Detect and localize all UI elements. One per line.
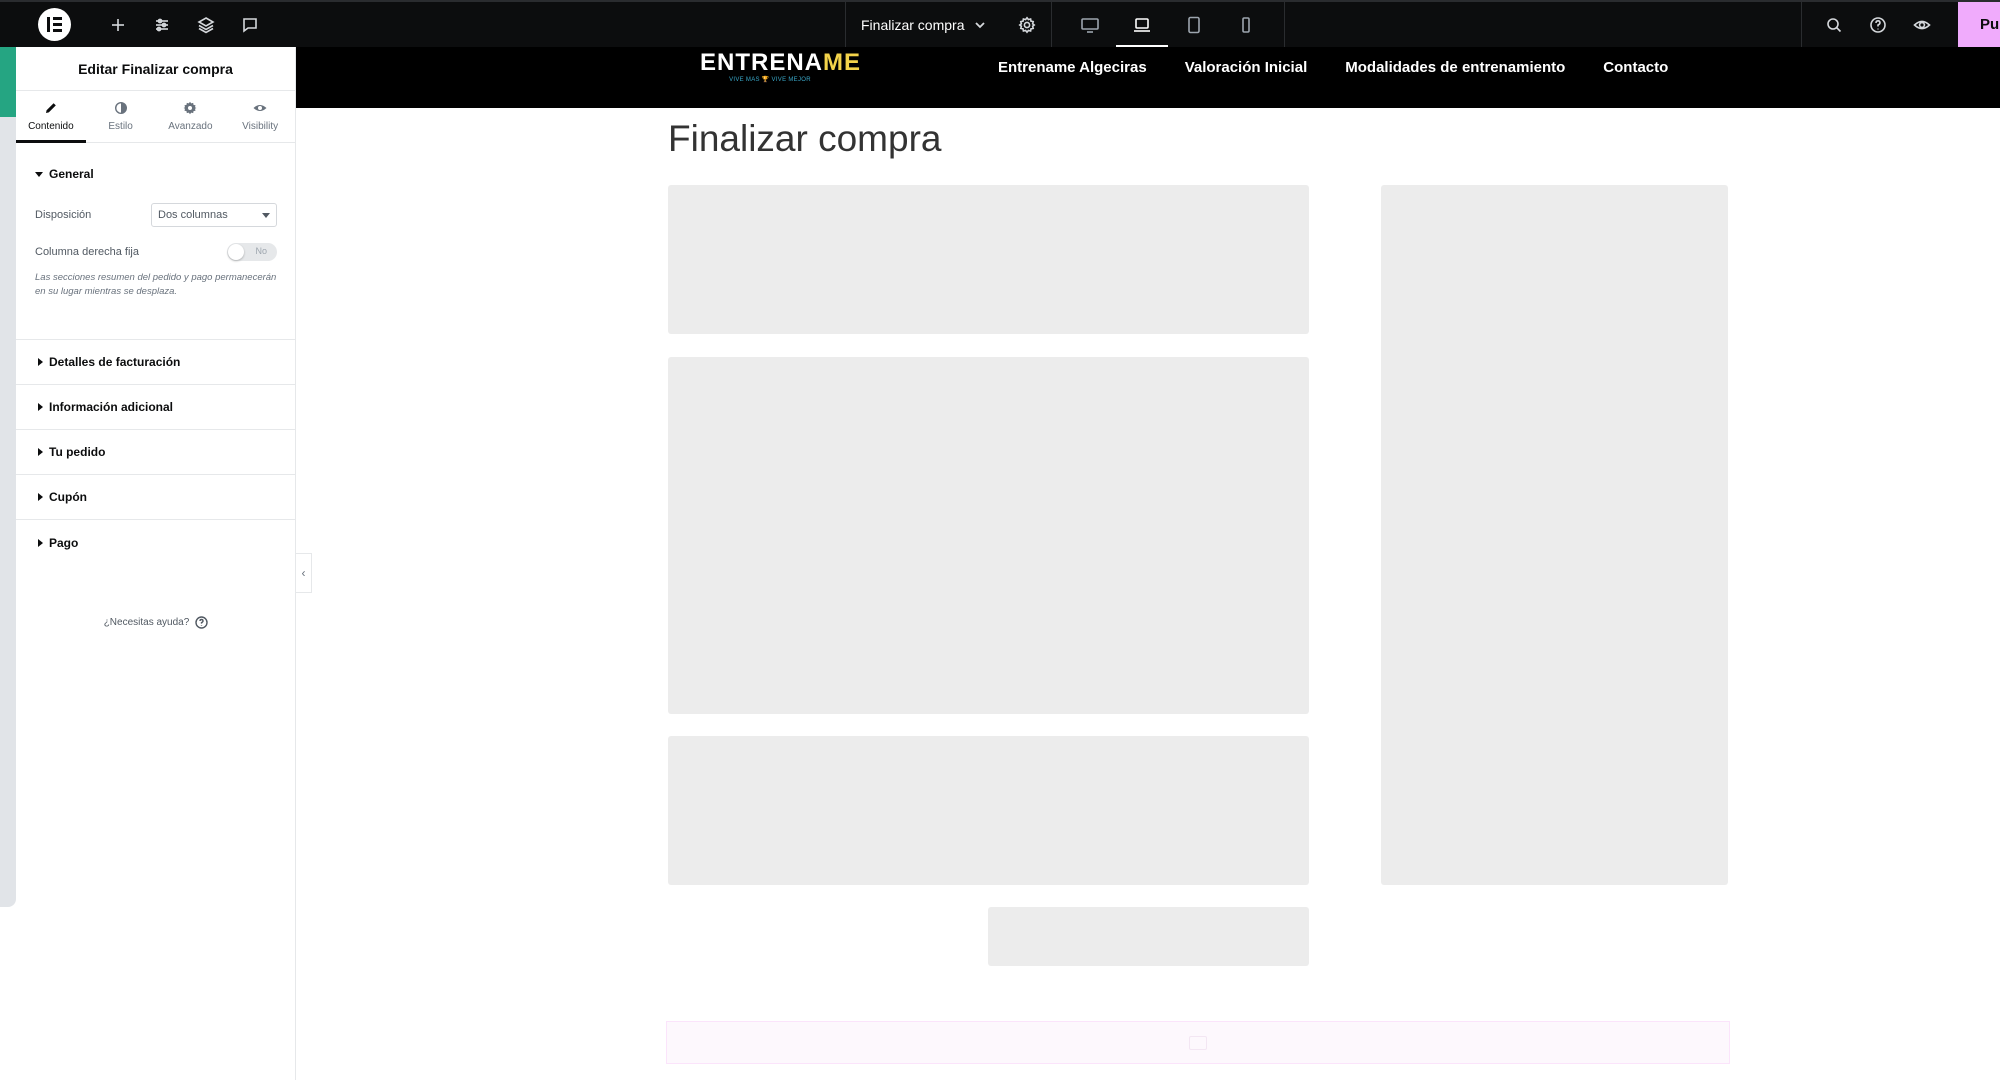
panel-title: Editar Finalizar compra [16, 47, 295, 91]
top-bar-center: Finalizar compra [845, 2, 1286, 47]
gear-icon [183, 101, 197, 115]
logo-accent: ME [823, 49, 862, 76]
top-bar-right: Pu [1801, 2, 2000, 47]
sticky-column-control: Columna derecha fija No [35, 243, 277, 261]
eye-icon[interactable] [1912, 15, 1932, 35]
section-cupon[interactable]: Cupón [16, 475, 295, 520]
checkout-placeholder-additional[interactable] [668, 736, 1309, 885]
tab-label: Contenido [28, 121, 74, 132]
section-header: Tu pedido [38, 445, 105, 459]
search-icon[interactable] [1824, 15, 1844, 35]
tab-estilo[interactable]: Estilo [86, 91, 156, 142]
section-header: Información adicional [38, 400, 173, 414]
layout-select[interactable]: Dos columnas [151, 203, 277, 227]
page-selector-label: Finalizar compra [861, 16, 965, 33]
editor-top-bar: Finalizar compra Pu [0, 0, 2000, 47]
sliders-icon[interactable] [152, 15, 172, 35]
section-informacion-adicional[interactable]: Información adicional [16, 385, 295, 430]
need-help-label: ¿Necesitas ayuda? [103, 617, 190, 628]
publish-button[interactable]: Pu [1958, 2, 2000, 47]
section-title: Información adicional [49, 400, 174, 414]
layout-label: Disposición [35, 209, 92, 221]
tablet-icon[interactable] [1168, 2, 1220, 47]
caret-right-icon [38, 403, 43, 411]
logo-main: ENTRENA [700, 49, 824, 76]
tab-label: Avanzado [168, 121, 213, 132]
caret-right-icon [38, 448, 43, 456]
nav-link-modalidades[interactable]: Modalidades de entrenamiento [1345, 59, 1565, 76]
checkout-placeholder-order-summary[interactable] [1381, 185, 1728, 885]
toggle-label: No [255, 246, 267, 256]
tab-label: Estilo [108, 121, 133, 132]
site-logo-tagline: VIVE MAS 🏆 VIVE MEJOR [729, 77, 811, 83]
contrast-icon [114, 102, 127, 114]
section-title: Cupón [49, 490, 87, 504]
need-help-link[interactable]: ¿Necesitas ayuda? [16, 616, 296, 629]
help-circle-icon [195, 616, 208, 629]
left-edge-strip [0, 47, 16, 907]
section-title: Pago [49, 535, 79, 550]
editor-panel: Editar Finalizar compra Contenido Estilo… [16, 47, 296, 1080]
elementor-logo-icon[interactable] [38, 8, 71, 41]
checkout-placeholder-button[interactable] [988, 907, 1309, 966]
laptop-icon[interactable] [1116, 2, 1169, 47]
section-title: Detalles de facturación [49, 355, 181, 369]
collapse-panel-chevron-left-icon[interactable]: ‹ [296, 553, 312, 593]
section-handle-icon [1189, 1035, 1207, 1050]
nav-link-valoracion-inicial[interactable]: Valoración Inicial [1185, 59, 1308, 76]
caret-down-icon [262, 212, 270, 218]
section-title: General [49, 167, 94, 181]
comment-icon[interactable] [240, 15, 260, 35]
desktop-icon[interactable] [1064, 2, 1116, 47]
site-nav: Entrename Algeciras Valoración Inicial M… [998, 59, 1706, 76]
layers-icon[interactable] [196, 15, 216, 35]
caret-down-icon [35, 171, 43, 177]
layout-control: Disposición Dos columnas [35, 203, 277, 227]
tab-label: Visibility [242, 121, 279, 132]
section-header: Detalles de facturación [38, 355, 180, 369]
sticky-column-toggle[interactable]: No [227, 243, 277, 261]
site-logo[interactable]: ENTRENAME VIVE MAS 🏆 VIVE MEJOR [700, 49, 860, 84]
section-pago[interactable]: Pago [16, 520, 295, 565]
toggle-knob [228, 244, 244, 260]
plus-icon[interactable] [108, 15, 128, 35]
add-section-dropzone[interactable] [666, 1021, 1730, 1064]
checkout-placeholder-billing[interactable] [668, 185, 1309, 334]
page-settings-gear-icon[interactable] [1002, 2, 1053, 47]
panel-tabs: Contenido Estilo Avanzado Visibility [16, 91, 295, 143]
pencil-icon [45, 103, 56, 113]
section-title: Tu pedido [49, 445, 106, 459]
device-switcher [1052, 2, 1286, 47]
eye-icon [253, 105, 267, 111]
sticky-column-label: Columna derecha fija [35, 246, 139, 258]
section-general-header[interactable]: General [35, 167, 277, 181]
help-circle-icon[interactable] [1868, 15, 1888, 35]
checkout-placeholder-details[interactable] [668, 357, 1309, 714]
divider [1801, 2, 1802, 47]
sticky-column-description: Las secciones resumen del pedido y pago … [35, 272, 277, 297]
nav-link-entrename-algeciras[interactable]: Entrename Algeciras [998, 59, 1147, 76]
site-header: ENTRENAME VIVE MAS 🏆 VIVE MEJOR Entrenam… [296, 47, 2000, 108]
tab-visibility[interactable]: Visibility [225, 91, 295, 142]
nav-link-contacto[interactable]: Contacto [1603, 59, 1668, 76]
mobile-icon[interactable] [1220, 2, 1272, 47]
layout-select-value: Dos columnas [158, 209, 228, 221]
site-logo-text: ENTRENAME [700, 49, 860, 76]
tab-contenido[interactable]: Contenido [16, 91, 86, 143]
section-tu-pedido[interactable]: Tu pedido [16, 430, 295, 475]
section-detalles-facturacion[interactable]: Detalles de facturación [16, 340, 295, 385]
top-bar-left [0, 2, 272, 47]
caret-right-icon [38, 493, 43, 501]
page-selector[interactable]: Finalizar compra [845, 2, 1002, 47]
caret-right-icon [38, 538, 43, 547]
caret-right-icon [38, 358, 43, 366]
page-title: Finalizar compra [668, 118, 942, 159]
chevron-down-icon [975, 21, 986, 28]
tab-avanzado[interactable]: Avanzado [156, 91, 226, 142]
section-general: General Disposición Dos columnas Columna… [16, 143, 295, 340]
section-header: Pago [38, 536, 78, 550]
section-header: Cupón [38, 490, 87, 504]
